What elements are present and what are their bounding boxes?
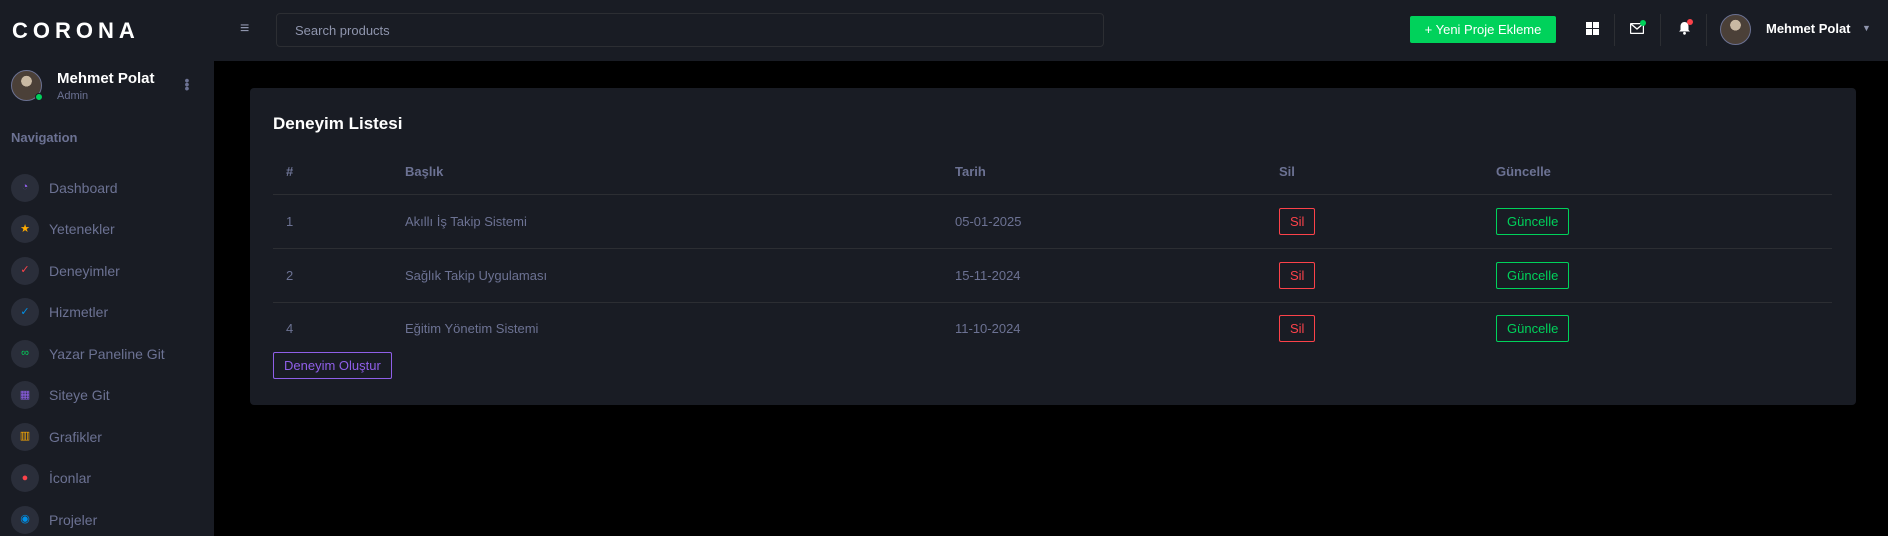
column-header-date: Tarih xyxy=(942,150,1266,195)
topbar: ≡ + Yeni Proje Ekleme Mehmet Polat ▼ xyxy=(214,0,1888,61)
brand-logo[interactable]: CORONA xyxy=(12,18,140,44)
link-icon: ∞ xyxy=(11,339,39,368)
experience-card: Deneyim Listesi # Başlık Tarih Sil Günce… xyxy=(250,88,1856,405)
search-input[interactable] xyxy=(276,13,1104,47)
sidebar-item-yazar-paneli[interactable]: ∞ Yazar Paneline Git xyxy=(11,333,211,375)
cell-date: 05-01-2025 xyxy=(942,194,1266,249)
sidebar: CORONA Mehmet Polat Admin • • • Navigation… xyxy=(0,0,214,536)
column-header-delete: Sil xyxy=(1266,150,1483,195)
avatar xyxy=(11,70,43,101)
sidebar-item-hizmetler[interactable]: ✓ Hizmetler xyxy=(11,292,211,334)
cell-update: Güncelle xyxy=(1483,194,1832,249)
cell-id: 1 xyxy=(273,194,392,249)
card-title: Deneyim Listesi xyxy=(273,114,403,133)
table-row: 1 Akıllı İş Takip Sistemi 05-01-2025 Sil… xyxy=(273,194,1832,249)
sidebar-item-grafikler[interactable]: ▥ Grafikler xyxy=(11,416,211,458)
sidebar-item-yetenekler[interactable]: ★ Yetenekler xyxy=(11,209,211,251)
sidebar-item-label: Grafikler xyxy=(49,428,102,445)
sidebar-item-label: Hizmetler xyxy=(49,304,109,321)
star-icon: ★ xyxy=(11,215,39,244)
table-row: 4 Eğitim Yönetim Sistemi 11-10-2024 Sil … xyxy=(273,302,1832,354)
cell-update: Güncelle xyxy=(1483,248,1832,303)
hamburger-menu-icon[interactable]: ≡ xyxy=(240,20,249,38)
pin-icon: ● xyxy=(11,464,39,493)
delete-button[interactable]: Sil xyxy=(1279,207,1316,235)
bell-icon[interactable] xyxy=(1672,16,1696,40)
mail-icon[interactable] xyxy=(1625,16,1649,40)
column-header-update: Güncelle xyxy=(1483,150,1832,195)
cell-date: 11-10-2024 xyxy=(955,320,1021,336)
profile-role: Admin xyxy=(57,90,89,102)
chevron-down-icon[interactable]: ▼ xyxy=(1862,23,1871,33)
more-vertical-icon[interactable]: • • • xyxy=(184,73,190,95)
sidebar-item-dashboard[interactable]: ◔ Dashboard xyxy=(11,167,211,209)
table-row: 2 Sağlık Takip Uygulaması 15-11-2024 Sil… xyxy=(273,248,1832,303)
cell-delete: Sil xyxy=(1266,248,1483,303)
grid-icon: ▦ xyxy=(11,381,39,410)
sidebar-item-label: Dashboard xyxy=(49,179,118,196)
bar-chart-icon: ▥ xyxy=(11,422,39,451)
cell-title: Sağlık Takip Uygulaması xyxy=(392,248,942,303)
sidebar-item-label: Siteye Git xyxy=(49,387,110,404)
column-header-id: # xyxy=(273,150,392,195)
cell-id: 2 xyxy=(273,248,392,303)
cell-title: Eğitim Yönetim Sistemi xyxy=(405,320,539,336)
experience-table: # Başlık Tarih Sil Güncelle 1 Akıllı İş … xyxy=(273,150,1832,354)
sidebar-item-label: Deneyimler xyxy=(49,262,120,279)
sidebar-item-iconlar[interactable]: ● İconlar xyxy=(11,458,211,500)
avatar[interactable] xyxy=(1720,14,1751,45)
check-circle-icon: ✓ xyxy=(11,256,39,285)
delete-button[interactable]: Sil xyxy=(1279,314,1316,342)
github-icon: ◉ xyxy=(11,505,39,534)
check-circle-icon: ✓ xyxy=(11,298,39,327)
speedometer-icon: ◔ xyxy=(11,173,39,202)
divider xyxy=(1706,14,1707,46)
app-root: CORONA Mehmet Polat Admin • • • Navigation… xyxy=(0,0,1888,536)
create-experience-button[interactable]: Deneyim Oluştur xyxy=(273,352,392,379)
divider xyxy=(1660,14,1661,46)
cell-delete: Sil xyxy=(1266,302,1483,354)
profile-name: Mehmet Polat xyxy=(57,70,155,87)
sidebar-item-label: Yetenekler xyxy=(49,221,115,238)
cell-delete: Sil xyxy=(1266,194,1483,249)
sidebar-item-label: İconlar xyxy=(49,470,92,487)
column-header-title: Başlık xyxy=(392,150,942,195)
cell-date: 15-11-2024 xyxy=(942,248,1266,303)
sidebar-item-deneyimler[interactable]: ✓ Deneyimler xyxy=(11,250,211,292)
sidebar-profile: Mehmet Polat Admin • • • xyxy=(11,70,211,106)
table-header-row: # Başlık Tarih Sil Güncelle xyxy=(273,150,1832,195)
sidebar-item-label: Projeler xyxy=(49,511,98,528)
cell-title: Akıllı İş Takip Sistemi xyxy=(392,194,942,249)
update-button[interactable]: Güncelle xyxy=(1496,314,1570,342)
sidebar-item-siteye-git[interactable]: ▦ Siteye Git xyxy=(11,375,211,417)
online-status-dot xyxy=(35,93,43,101)
notification-badge xyxy=(1687,19,1693,25)
update-button[interactable]: Güncelle xyxy=(1496,207,1570,235)
sidebar-item-label: Yazar Paneline Git xyxy=(49,345,165,362)
user-menu-name[interactable]: Mehmet Polat xyxy=(1766,21,1851,36)
sidebar-nav: ◔ Dashboard ★ Yetenekler ✓ Deneyimler ✓ … xyxy=(11,167,211,536)
mail-badge xyxy=(1640,20,1646,26)
new-project-button[interactable]: + Yeni Proje Ekleme xyxy=(1410,16,1556,43)
grid-view-icon[interactable] xyxy=(1580,16,1604,40)
sidebar-item-projeler[interactable]: ◉ Projeler xyxy=(11,499,211,536)
nav-heading: Navigation xyxy=(11,130,78,145)
cell-id: 4 xyxy=(286,320,294,336)
update-button[interactable]: Güncelle xyxy=(1496,261,1570,289)
delete-button[interactable]: Sil xyxy=(1279,261,1316,289)
divider xyxy=(1614,14,1615,46)
cell-update: Güncelle xyxy=(1483,302,1832,354)
